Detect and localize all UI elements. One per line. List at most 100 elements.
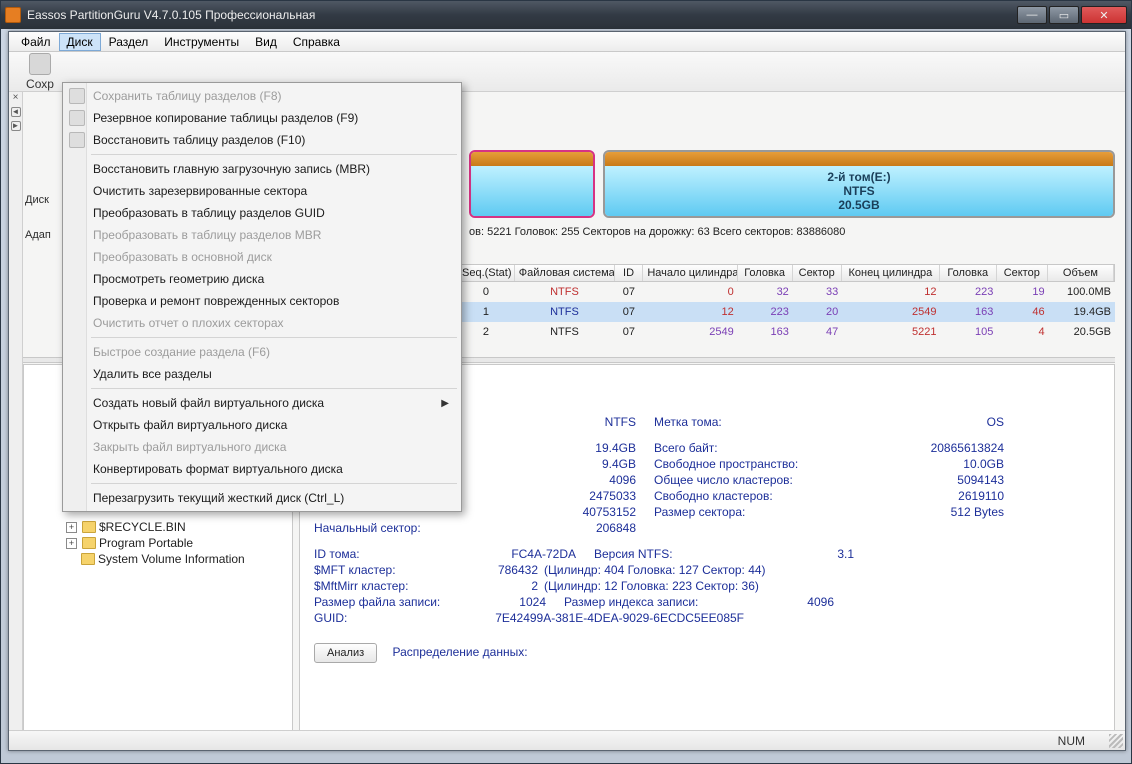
cell: 20 bbox=[793, 306, 842, 318]
menu-item[interactable]: Восстановить таблицу разделов (F10) bbox=[65, 129, 459, 151]
detail-value: 10.0GB bbox=[864, 457, 1004, 471]
detail-value: 512 Bytes bbox=[864, 505, 1004, 519]
detail-vol-value: OS bbox=[864, 415, 1004, 429]
cell: 19 bbox=[997, 286, 1048, 298]
menu-item[interactable]: Проверка и ремонт поврежденных секторов bbox=[65, 290, 459, 312]
detail-value: 40753152 bbox=[514, 505, 654, 519]
cell: 1 bbox=[457, 306, 514, 318]
detail-fs-value: NTFS bbox=[514, 415, 654, 429]
detail-mftmirr-value: 2 bbox=[444, 579, 544, 593]
menu-item: Закрыть файл виртуального диска bbox=[65, 436, 459, 458]
menu-item[interactable]: Конвертировать формат виртуального диска bbox=[65, 458, 459, 480]
menu-item[interactable]: Открыть файл виртуального диска bbox=[65, 414, 459, 436]
tree-item[interactable]: + $RECYCLE.BIN bbox=[26, 519, 290, 535]
tree-item[interactable]: System Volume Information bbox=[26, 551, 290, 567]
disk-geometry-line: ов: 5221 Головок: 255 Секторов на дорожк… bbox=[469, 226, 845, 238]
menu-item[interactable]: Создать новый файл виртуального диска▶ bbox=[65, 392, 459, 414]
cell: 12 bbox=[643, 306, 738, 318]
cell: 4 bbox=[997, 326, 1048, 338]
menu-partition[interactable]: Раздел bbox=[101, 33, 157, 51]
detail-value: 5094143 bbox=[864, 473, 1004, 487]
sidebar-strip: × ◄ ► bbox=[9, 92, 23, 732]
menu-item[interactable]: Перезагрузить текущий жесткий диск (Ctrl… bbox=[65, 487, 459, 509]
menu-separator bbox=[91, 483, 457, 484]
partition-2-title: 2-й том(E:) bbox=[827, 170, 890, 184]
cell: 20.5GB bbox=[1049, 326, 1115, 338]
menu-file[interactable]: Файл bbox=[13, 33, 59, 51]
tree-item-label: Program Portable bbox=[99, 536, 193, 550]
col-seq[interactable]: Seq.(Stat) bbox=[458, 265, 515, 281]
detail-label: Общее число кластеров: bbox=[654, 473, 864, 487]
menu-item[interactable]: Удалить все разделы bbox=[65, 363, 459, 385]
app-icon bbox=[5, 7, 21, 23]
sidebar-nav-right[interactable]: ► bbox=[11, 121, 21, 131]
cell: 223 bbox=[738, 306, 793, 318]
status-num: NUM bbox=[1058, 734, 1085, 748]
cell: 46 bbox=[997, 306, 1048, 318]
cell: NTFS bbox=[514, 326, 614, 338]
folder-icon bbox=[82, 521, 96, 533]
menu-item-label: Закрыть файл виртуального диска bbox=[93, 440, 286, 454]
col-id[interactable]: ID bbox=[615, 265, 644, 281]
col-sector[interactable]: Сектор bbox=[793, 265, 842, 281]
col-volume[interactable]: Объем bbox=[1048, 265, 1114, 281]
menu-item[interactable]: Просмотреть геометрию диска bbox=[65, 268, 459, 290]
col-end-cyl[interactable]: Конец цилиндра bbox=[842, 265, 940, 281]
menu-item-label: Восстановить таблицу разделов (F10) bbox=[93, 133, 305, 147]
tree-item-label: $RECYCLE.BIN bbox=[99, 520, 186, 534]
menu-view[interactable]: Вид bbox=[247, 33, 285, 51]
partition-2[interactable]: 2-й том(E:) NTFS 20.5GB bbox=[603, 150, 1115, 218]
menu-separator bbox=[91, 337, 457, 338]
cell: 32 bbox=[738, 286, 793, 298]
menu-item: Быстрое создание раздела (F6) bbox=[65, 341, 459, 363]
close-button[interactable]: ✕ bbox=[1081, 6, 1127, 24]
menu-item-label: Перезагрузить текущий жесткий диск (Ctrl… bbox=[93, 491, 344, 505]
toolbar-save[interactable]: Сохр bbox=[15, 53, 65, 91]
tree-item-label: System Volume Information bbox=[98, 552, 245, 566]
resize-grip-icon[interactable] bbox=[1109, 734, 1123, 748]
cell: NTFS bbox=[514, 286, 614, 298]
col-start-cyl[interactable]: Начало цилиндра bbox=[643, 265, 737, 281]
tree-item[interactable]: + Program Portable bbox=[26, 535, 290, 551]
menu-disk[interactable]: Диск bbox=[59, 33, 101, 51]
cell: NTFS bbox=[514, 306, 614, 318]
sidebar-nav-left[interactable]: ◄ bbox=[11, 107, 21, 117]
col-head[interactable]: Головка bbox=[738, 265, 793, 281]
adapter-label: Адап bbox=[25, 229, 51, 241]
detail-label: Свободное пространство: bbox=[654, 457, 864, 471]
expand-icon[interactable]: + bbox=[66, 522, 77, 533]
cell: 07 bbox=[615, 326, 644, 338]
cell: 5221 bbox=[842, 326, 940, 338]
cell: 163 bbox=[738, 326, 793, 338]
disk-menu-dropdown[interactable]: Сохранить таблицу разделов (F8)Резервное… bbox=[62, 82, 462, 512]
menu-item[interactable]: Резервное копирование таблицы разделов (… bbox=[65, 107, 459, 129]
minimize-button[interactable]: — bbox=[1017, 6, 1047, 24]
cell: 223 bbox=[941, 286, 998, 298]
detail-mftmirr-loc: (Цилиндр: 12 Головка: 223 Сектор: 36) bbox=[544, 579, 759, 593]
col-sector2[interactable]: Сектор bbox=[997, 265, 1048, 281]
cell: 163 bbox=[941, 306, 998, 318]
maximize-button[interactable]: ▭ bbox=[1049, 6, 1079, 24]
detail-value: 9.4GB bbox=[514, 457, 654, 471]
detail-start-sector-value: 206848 bbox=[514, 521, 654, 535]
sidebar-close-icon[interactable]: × bbox=[9, 92, 22, 103]
detail-mft-loc: (Цилиндр: 404 Головка: 127 Сектор: 44) bbox=[544, 563, 766, 577]
cell: 0 bbox=[457, 286, 514, 298]
analyze-button[interactable]: Анализ bbox=[314, 643, 377, 663]
col-fs[interactable]: Файловая система bbox=[515, 265, 615, 281]
menu-tools[interactable]: Инструменты bbox=[156, 33, 247, 51]
menu-item[interactable]: Восстановить главную загрузочную запись … bbox=[65, 158, 459, 180]
expand-icon[interactable]: + bbox=[66, 538, 77, 549]
menu-help[interactable]: Справка bbox=[285, 33, 348, 51]
menu-item-label: Резервное копирование таблицы разделов (… bbox=[93, 111, 358, 125]
detail-idx-value: 4096 bbox=[744, 595, 834, 609]
col-head2[interactable]: Головка bbox=[940, 265, 997, 281]
detail-ntfs-ver-label: Версия NTFS: bbox=[594, 547, 764, 561]
data-distribution-label: Распределение данных: bbox=[392, 645, 527, 659]
partition-1[interactable] bbox=[469, 150, 595, 218]
menu-item: Очистить отчет о плохих секторах bbox=[65, 312, 459, 334]
cell: 12 bbox=[842, 286, 940, 298]
cell: 105 bbox=[941, 326, 998, 338]
menu-item[interactable]: Очистить зарезервированные сектора bbox=[65, 180, 459, 202]
menu-item[interactable]: Преобразовать в таблицу разделов GUID bbox=[65, 202, 459, 224]
